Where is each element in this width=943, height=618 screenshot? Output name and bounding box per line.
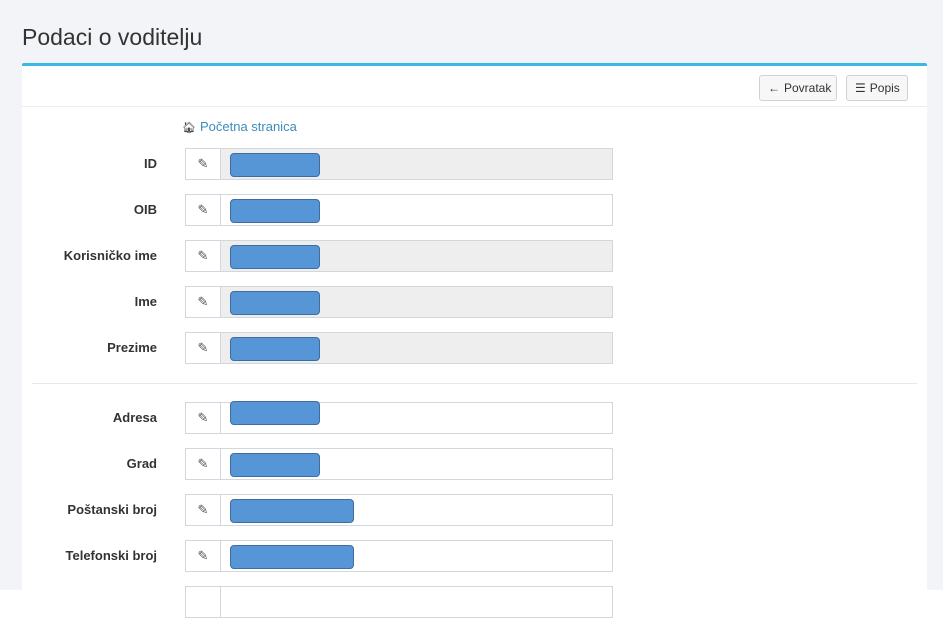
home-link-label: Početna stranica [199,119,297,134]
field-label: Prezime [107,340,157,355]
last-name-input[interactable] [221,333,612,363]
city-field[interactable]: ✎ [185,448,613,480]
pencil-icon[interactable]: ✎ [186,403,221,433]
field-label: Grad [126,456,157,471]
form-row-partial [22,586,927,618]
list-icon: ☰ [855,81,866,95]
first-name-field[interactable]: ✎ [185,286,613,318]
form-row-postal-code: Poštanski broj ✎ [22,494,927,526]
home-link[interactable]: 🏠︎ Početna stranica [182,119,297,134]
panel-toolbar: ← Povratak ☰ Popis [22,66,927,107]
redacted-value [230,401,320,425]
field-label: Korisničko ime [63,248,157,263]
field-label: Adresa [112,410,157,425]
postal-code-input[interactable] [221,495,612,525]
field-label: Poštanski broj [67,502,157,517]
form-row-address: Adresa ✎ [22,401,927,434]
redacted-value [230,199,320,223]
form-row-city: Grad ✎ [22,448,927,480]
redacted-value [230,453,320,477]
field-label: ID [144,156,157,171]
form-row-first-name: Ime ✎ [22,286,927,318]
redacted-value [230,291,320,315]
field-label: Telefonski broj [65,548,158,563]
phone-field[interactable]: ✎ [185,540,613,572]
pencil-icon[interactable] [186,587,221,617]
id-field[interactable]: ✎ [185,148,613,180]
pencil-icon[interactable]: ✎ [186,195,221,225]
pencil-icon[interactable]: ✎ [186,449,221,479]
form-row-last-name: Prezime ✎ [22,332,927,364]
form-row-oib: OIB ✎ [22,194,927,226]
form-row-phone: Telefonski broj ✎ [22,540,927,572]
postal-code-field[interactable]: ✎ [185,494,613,526]
field-label: Ime [134,294,157,309]
oib-field[interactable]: ✎ [185,194,613,226]
back-button[interactable]: ← Povratak [759,75,837,101]
form-row-id: ID ✎ [22,148,927,180]
next-input[interactable] [221,587,612,617]
city-input[interactable] [221,449,612,479]
id-input[interactable] [221,149,612,179]
field-label: OIB [133,202,157,217]
details-panel: ← Povratak ☰ Popis 🏠︎ Početna stranica ID… [22,63,927,618]
redacted-value [230,245,320,269]
address-field[interactable]: ✎ [185,401,613,434]
pencil-icon[interactable]: ✎ [186,149,221,179]
form-row-username: Korisničko ime ✎ [22,240,927,272]
redacted-value [230,545,354,569]
section-divider [32,383,917,384]
list-button-label: Popis [869,81,900,95]
list-button[interactable]: ☰ Popis [846,75,908,101]
pencil-icon[interactable]: ✎ [186,287,221,317]
redacted-value [230,337,320,361]
pencil-icon[interactable]: ✎ [186,495,221,525]
last-name-field[interactable]: ✎ [185,332,613,364]
address-input[interactable] [221,401,612,433]
pencil-icon[interactable]: ✎ [186,241,221,271]
pencil-icon[interactable]: ✎ [186,541,221,571]
arrow-left-icon: ← [768,81,780,95]
next-field[interactable] [185,586,613,618]
back-button-label: Povratak [784,81,832,95]
username-field[interactable]: ✎ [185,240,613,272]
oib-input[interactable] [221,195,612,225]
pencil-icon[interactable]: ✎ [186,333,221,363]
page-title: Podaci o voditelju [22,24,203,50]
username-input[interactable] [221,241,612,271]
home-icon: 🏠︎ [182,122,196,134]
redacted-value [230,499,354,523]
first-name-input[interactable] [221,287,612,317]
phone-input[interactable] [221,541,612,571]
redacted-value [230,153,320,177]
